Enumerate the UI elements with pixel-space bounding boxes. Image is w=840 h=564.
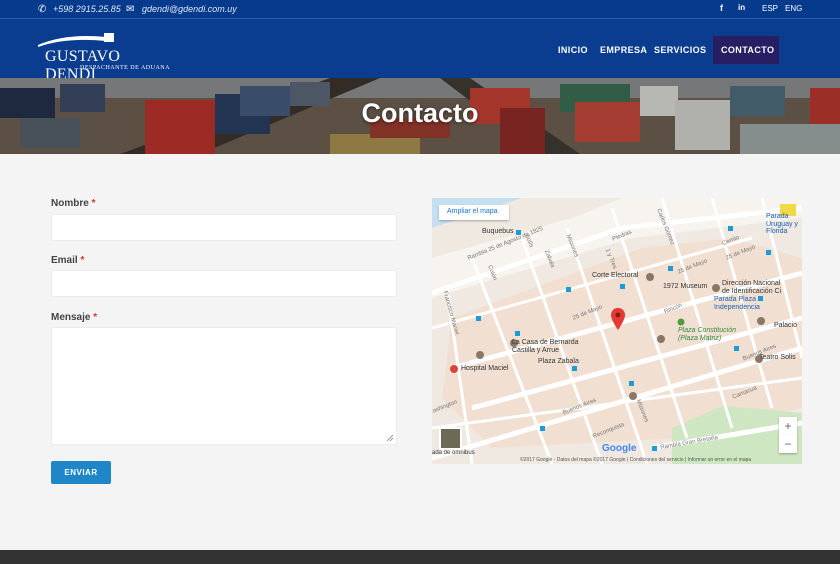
envelope-icon: ✉ [126, 4, 135, 15]
map-label-plaza-constitucion-1: Plaza Constitución [678, 327, 736, 334]
map-label-omnibus: ada de ómnibus [432, 450, 475, 456]
message-textarea[interactable] [51, 327, 397, 445]
map-label-teatro-solis: Teatro Solis [759, 354, 796, 361]
map-label-parada-uruguay-2: Uruguay y Florida [766, 221, 798, 235]
logo-tagline: DESPACHANTE DE ADUANA [80, 65, 170, 71]
nav-empresa[interactable]: EMPRESA [600, 45, 647, 55]
email-label: Email * [51, 255, 84, 266]
phone-contact[interactable]: ✆ +598 2915.25.85 [38, 4, 121, 15]
map-label-buquebus: Buquebus [482, 228, 514, 235]
main-header: GUSTAVO DENDI DESPACHANTE DE ADUANA INIC… [0, 18, 840, 83]
map-label-direccion-1: Dirección Nacional [722, 280, 781, 287]
map-label-1972-museum: 1972 Museum [663, 283, 708, 290]
linkedin-icon[interactable]: in [738, 3, 745, 12]
street-view-icon[interactable] [439, 427, 462, 450]
name-label-text: Nombre [51, 198, 89, 209]
map-label-hospital-maciel: Hospital Maciel [461, 365, 509, 372]
map-footer: ©2017 Google - Datos del mapa ©2017 Goog… [520, 457, 752, 463]
nav-servicios[interactable]: SERVICIOS [654, 45, 706, 55]
google-logo-text: Google [602, 443, 637, 454]
email-label-text: Email [51, 255, 78, 266]
message-label-text: Mensaje [51, 312, 91, 323]
map-label-parada-plaza-2: Independencia [714, 304, 760, 311]
resize-handle-icon[interactable] [386, 434, 394, 442]
name-input[interactable] [51, 214, 397, 241]
google-logo: Google [602, 443, 636, 454]
email-input[interactable] [51, 270, 397, 297]
map-label-corte-electoral: Corte Electoral [592, 272, 639, 279]
map-label-casa-bernarda-2: Castilla y Arrue [512, 347, 560, 354]
lang-esp[interactable]: ESP [762, 4, 778, 13]
map-label-direccion-2: de Identificación Ci [722, 288, 782, 295]
phone-number: +598 2915.25.85 [53, 4, 121, 14]
email-contact[interactable]: ✉ gdendi@gdendi.com.uy [126, 4, 237, 15]
zoom-out-button[interactable]: − [779, 435, 797, 453]
submit-button[interactable]: ENVIAR [51, 461, 111, 484]
hero-banner: Contacto [0, 78, 840, 154]
nav-contacto-label: CONTACTO [721, 45, 775, 55]
required-mark: * [80, 255, 85, 266]
map-label-plaza-constitucion-2: (Plaza Matriz) [678, 335, 722, 342]
lang-eng[interactable]: ENG [785, 4, 802, 13]
phone-icon: ✆ [38, 4, 47, 15]
name-label: Nombre * [51, 198, 95, 209]
logo[interactable]: GUSTAVO DENDI DESPACHANTE DE ADUANA [36, 31, 171, 83]
page-footer [0, 550, 840, 564]
page-title: Contacto [361, 98, 479, 128]
top-bar: ✆ +598 2915.25.85 ✉ gdendi@gdendi.com.uy… [0, 0, 840, 18]
zoom-in-button[interactable]: + [779, 417, 797, 435]
facebook-icon[interactable]: f [720, 3, 723, 13]
email-address: gdendi@gdendi.com.uy [142, 4, 237, 14]
map-label-parada-plaza-1: Parada Plaza [714, 296, 757, 303]
map-pin-icon[interactable] [611, 308, 625, 330]
google-map[interactable]: Ampliar el mapa Buquebus Corte Electoral… [432, 198, 802, 464]
enlarge-map-link[interactable]: Ampliar el mapa [439, 205, 509, 220]
message-label: Mensaje * [51, 312, 97, 323]
nav-inicio[interactable]: INICIO [558, 45, 588, 55]
nav-contacto[interactable]: CONTACTO [713, 36, 779, 64]
map-label-plaza-zabala: Plaza Zabala [538, 358, 579, 365]
required-mark: * [91, 198, 96, 209]
required-mark: * [93, 312, 98, 323]
map-label-palacio: Palacio [774, 322, 797, 329]
map-label-casa-bernarda-1: La Casa de Bernarda [512, 339, 579, 346]
map-label-parada-uruguay-1: Parada [766, 213, 789, 220]
